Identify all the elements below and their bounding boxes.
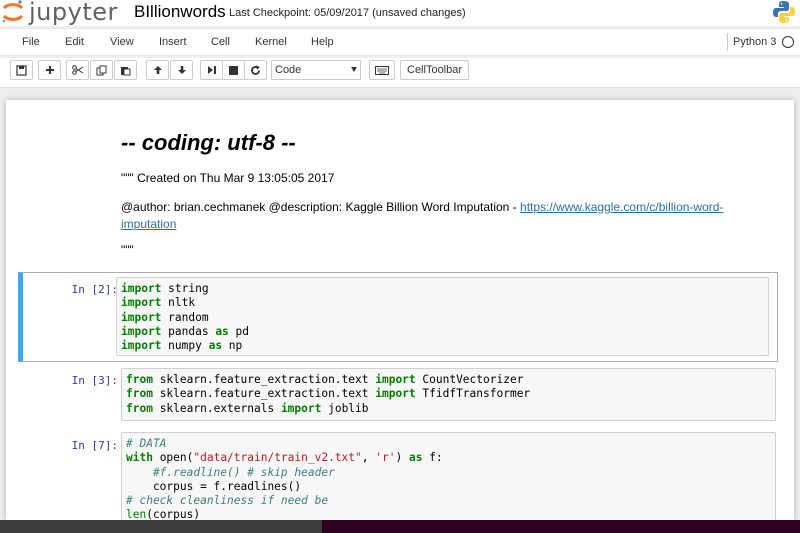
cell-type-value: Code — [275, 64, 302, 76]
code-line: from sklearn.feature_extraction.text imp… — [126, 387, 531, 401]
cell-prompt: In [2]: — [71, 283, 118, 296]
chevron-down-icon — [351, 67, 357, 72]
menu-kernel[interactable]: Kernel — [255, 36, 287, 48]
move-up-button[interactable] — [146, 60, 169, 80]
run-icon — [207, 66, 216, 74]
copy-icon — [96, 65, 107, 75]
insert-cell-button[interactable] — [38, 60, 61, 80]
command-palette-button[interactable] — [369, 60, 395, 80]
menu-help[interactable]: Help — [311, 36, 334, 48]
arrow-down-icon — [177, 66, 186, 74]
move-down-button[interactable] — [170, 60, 193, 80]
notebook-name[interactable]: BIllionwords — [134, 2, 226, 22]
paste-icon — [121, 66, 131, 75]
code-input[interactable]: import string import nltk import random imp… — [116, 277, 769, 356]
cut-button[interactable] — [66, 60, 89, 80]
menu-file[interactable]: File — [22, 36, 40, 48]
markdown-created-text: """ Created on Thu Mar 9 13:05:05 2017 — [121, 171, 335, 185]
notebook-header: jupyter BIllionwords Last Checkpoint: 05… — [0, 0, 800, 26]
cell-type-select[interactable]: Code — [271, 60, 361, 80]
code-line: # DATA — [126, 437, 167, 450]
code-line: # check cleanliness if need be — [126, 494, 329, 508]
markdown-author-paragraph: @author: brian.cechmanek @description: K… — [121, 199, 741, 233]
markdown-closing-quotes: """ — [121, 243, 134, 257]
code-cell-3[interactable]: In [3]: from sklearn.feature_extraction.… — [18, 368, 778, 426]
desktop-taskbar-right — [322, 520, 800, 533]
markdown-author-text: @author: brian.cechmanek @description: K… — [121, 200, 521, 214]
stop-icon — [229, 65, 238, 75]
restart-icon — [251, 65, 260, 75]
code-line: import pandas as pd — [121, 324, 250, 338]
code-line: from sklearn.externals import joblib — [126, 401, 369, 415]
celltoolbar-button[interactable]: CellToolbar — [400, 60, 470, 80]
save-button[interactable] — [10, 60, 33, 80]
markdown-heading: -- coding: utf-8 -- — [121, 130, 296, 155]
menu-view[interactable]: View — [110, 36, 134, 48]
kernel-idle-icon — [782, 36, 794, 48]
jupyter-logo[interactable]: jupyter — [0, 0, 118, 26]
code-line: corpus = f.readlines() — [126, 479, 302, 493]
arrow-up-icon — [153, 66, 162, 74]
save-icon — [16, 64, 27, 76]
paste-button[interactable] — [114, 60, 137, 80]
keyboard-icon — [375, 65, 389, 75]
notebook-container: -- coding: utf-8 -- """ Created on Thu M… — [6, 100, 794, 520]
menubar: File Edit View Insert Cell Kernel Help P… — [0, 28, 800, 56]
copy-button[interactable] — [90, 60, 113, 80]
code-line: with open("data/train/train_v2.txt", 'r'… — [126, 451, 443, 465]
cut-icon — [71, 65, 83, 75]
menu-insert[interactable]: Insert — [159, 36, 187, 48]
python-logo-icon — [773, 1, 795, 23]
menu-cell[interactable]: Cell — [211, 36, 230, 48]
desktop-taskbar-left — [0, 520, 322, 533]
code-input[interactable]: # DATA with open("data/train/train_v2.txt… — [121, 432, 776, 520]
cell-prompt: In [7]: — [71, 439, 118, 452]
checkpoint-status: Last Checkpoint: 05/09/2017 (unsaved cha… — [229, 7, 466, 19]
kernel-name: Python 3 — [727, 33, 776, 51]
menu-edit[interactable]: Edit — [65, 36, 84, 48]
interrupt-button[interactable] — [222, 60, 245, 80]
run-button[interactable] — [200, 60, 223, 80]
code-line: import numpy as np — [121, 339, 243, 353]
plus-icon — [45, 66, 54, 74]
cell-prompt: In [3]: — [71, 374, 118, 387]
code-line: from sklearn.feature_extraction.text imp… — [126, 373, 524, 386]
code-line: import random — [121, 310, 209, 324]
code-cell-7[interactable]: In [7]: # DATA with open("data/train/trai… — [18, 432, 778, 520]
code-line: #f.readline() # skip header — [126, 465, 335, 479]
toolbar: Code CellToolbar — [0, 58, 800, 88]
jupyter-logo-text: jupyter — [29, 0, 118, 26]
code-line: import nltk — [121, 296, 196, 310]
restart-button[interactable] — [244, 60, 267, 80]
code-line: len(corpus) — [126, 508, 201, 520]
jupyter-logo-icon — [2, 0, 24, 23]
code-line: import string — [121, 282, 209, 295]
code-cell-2[interactable]: In [2]: import string import nltk import r… — [18, 272, 778, 362]
code-input[interactable]: from sklearn.feature_extraction.text imp… — [121, 368, 776, 421]
